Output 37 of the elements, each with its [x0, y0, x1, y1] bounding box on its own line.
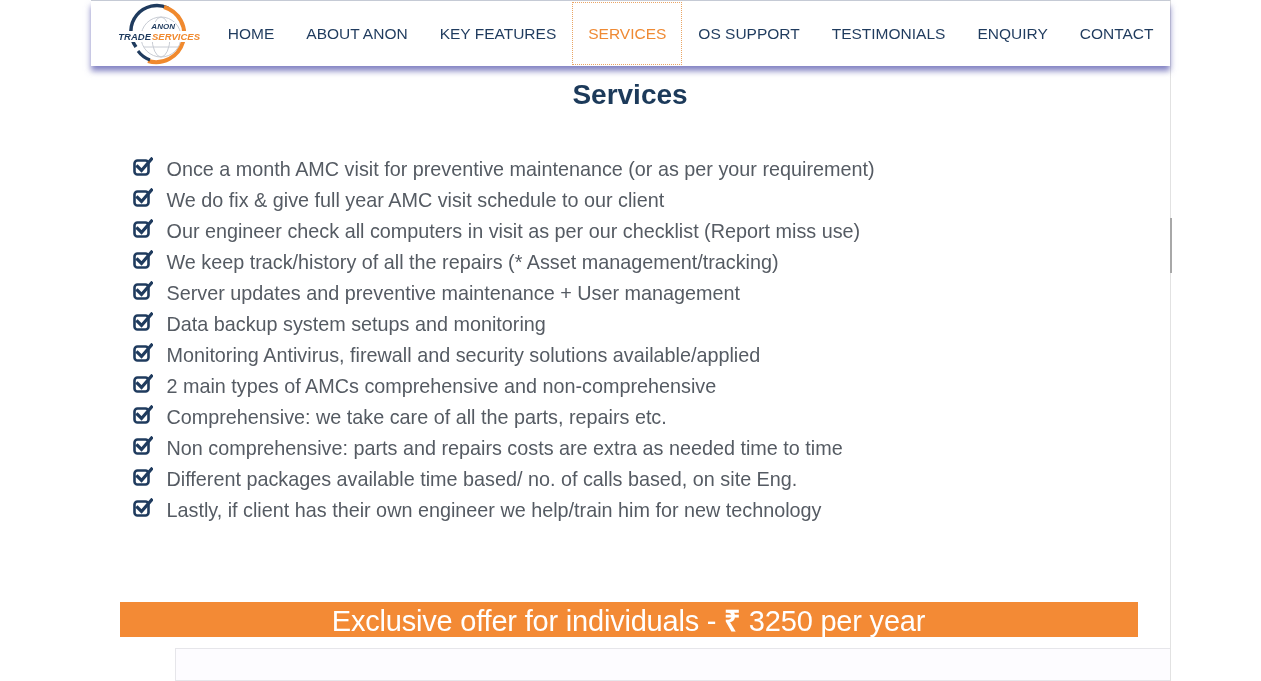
service-item-text: We do fix & give full year AMC visit schedule to our client — [166, 189, 665, 212]
nav-link[interactable]: KEY FEATURES — [423, 2, 573, 65]
service-item-text: Comprehensive: we take care of all the parts, repairs etc. — [166, 406, 667, 429]
nav-link[interactable]: CONTACT — [1063, 2, 1170, 65]
service-item-text: 2 main types of AMCs comprehensive and non-comprehensive — [166, 375, 717, 398]
checked-box-icon — [132, 219, 153, 238]
logo-text: SERVICES — [151, 30, 201, 42]
scrollbar-thumb[interactable] — [1169, 218, 1172, 273]
service-item-text: Once a month AMC visit for preventive maintenance (or as per your requirement) — [166, 158, 875, 181]
checked-box-icon — [132, 405, 153, 424]
checked-box-icon — [132, 157, 153, 176]
nav-link[interactable]: HOME — [211, 2, 291, 65]
nav-link[interactable]: ABOUT ANON — [290, 2, 424, 65]
page-heading: Services — [571, 78, 689, 112]
service-item-text: Data backup system setups and monitoring — [166, 313, 546, 336]
nav-link[interactable]: OS SUPPORT — [682, 2, 816, 65]
checked-box-icon — [132, 374, 153, 393]
checked-box-icon — [132, 436, 153, 455]
service-item-text: Server updates and preventive maintenance + User management — [166, 282, 740, 305]
service-item-text: Non comprehensive: parts and repairs costs are extra as needed time to time — [166, 437, 843, 460]
checked-box-icon — [132, 467, 153, 486]
checked-box-icon — [132, 498, 153, 517]
nav-link[interactable]: ENQUIRY — [961, 2, 1064, 65]
service-item-text: Lastly, if client has their own engineer we help/train him for new technology — [166, 499, 822, 522]
logo-text: TRADE — [118, 30, 151, 42]
checked-box-icon — [132, 343, 153, 362]
service-item-text: We keep track/history of all the repairs (* Asset management/tracking) — [166, 251, 779, 274]
nav-link[interactable]: TESTIMONIALS — [815, 2, 962, 65]
service-item-text: Monitoring Antivirus, firewall and security solutions available/applied — [166, 344, 761, 367]
logo-text: ANON — [151, 21, 175, 31]
service-item-text: Our engineer check all computers in visit as per our checklist (Report miss use) — [166, 220, 861, 243]
checked-box-icon — [132, 312, 153, 331]
checked-box-icon — [132, 281, 153, 300]
offer-banner: Exclusive offer for individuals - ₹ 3250 per year — [119, 602, 1138, 637]
service-item-text: Different packages available time based/ no. of calls based, on site Eng. — [166, 468, 798, 491]
checked-box-icon — [132, 250, 153, 269]
checked-box-icon — [132, 188, 153, 207]
